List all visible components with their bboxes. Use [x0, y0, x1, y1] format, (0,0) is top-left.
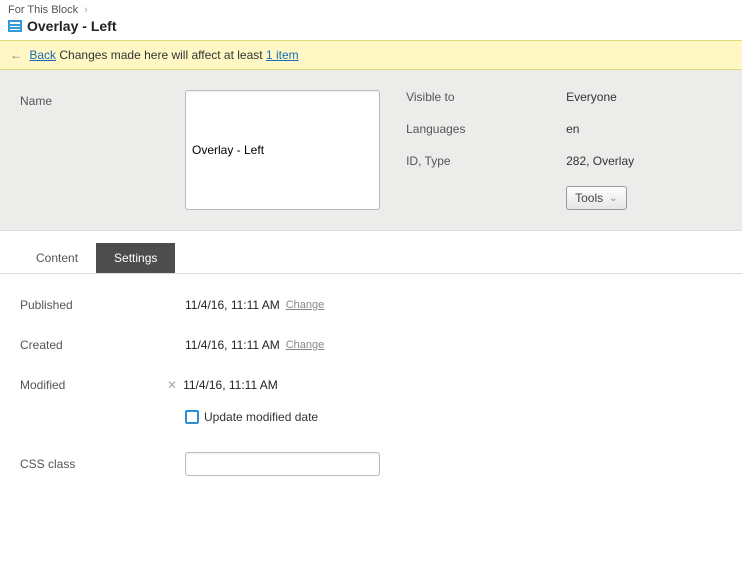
- notice-bar: ← Back Changes made here will affect at …: [0, 40, 742, 70]
- css-class-input[interactable]: [185, 452, 380, 476]
- modified-value: 11/4/16, 11:11 AM: [183, 378, 278, 392]
- breadcrumb-root[interactable]: For This Block: [8, 4, 78, 16]
- tab-settings[interactable]: Settings: [96, 243, 175, 273]
- name-input[interactable]: [185, 90, 380, 210]
- created-label: Created: [20, 338, 185, 352]
- update-modified-checkbox[interactable]: [185, 410, 199, 424]
- block-icon: [8, 20, 22, 32]
- tools-dropdown[interactable]: Tools ⌄: [566, 186, 626, 210]
- affected-items-link[interactable]: 1 item: [266, 48, 299, 62]
- update-modified-label: Update modified date: [204, 410, 318, 424]
- id-type-value: 282, Overlay: [566, 154, 634, 168]
- published-value: 11/4/16, 11:11 AM: [185, 298, 280, 312]
- wrench-icon: ✕: [167, 378, 177, 392]
- languages-value: en: [566, 122, 579, 136]
- breadcrumb: For This Block ›: [0, 0, 742, 18]
- name-label: Name: [20, 90, 185, 210]
- css-class-label: CSS class: [20, 457, 185, 471]
- tabs: Content Settings: [0, 231, 742, 274]
- chevron-down-icon: ⌄: [609, 193, 617, 204]
- published-change-link[interactable]: Change: [286, 299, 325, 311]
- created-value: 11/4/16, 11:11 AM: [185, 338, 280, 352]
- page-title: Overlay - Left: [27, 18, 116, 34]
- visible-to-value: Everyone: [566, 90, 617, 104]
- notice-prefix: Changes made here will affect at least: [59, 48, 262, 62]
- tab-content[interactable]: Content: [18, 243, 96, 273]
- chevron-right-icon: ›: [84, 4, 88, 16]
- created-change-link[interactable]: Change: [286, 339, 325, 351]
- id-type-label: ID, Type: [406, 154, 566, 168]
- languages-label: Languages: [406, 122, 566, 136]
- arrow-left-icon: ←: [10, 48, 22, 62]
- modified-label: Modified: [20, 378, 185, 392]
- published-label: Published: [20, 298, 185, 312]
- tools-label: Tools: [575, 191, 603, 205]
- back-link[interactable]: Back: [29, 48, 56, 62]
- settings-panel: Published 11/4/16, 11:11 AM Change Creat…: [0, 274, 742, 526]
- header-panel: Name Visible to Everyone Languages en ID…: [0, 70, 742, 231]
- title-row: Overlay - Left: [0, 18, 742, 40]
- visible-to-label: Visible to: [406, 90, 566, 104]
